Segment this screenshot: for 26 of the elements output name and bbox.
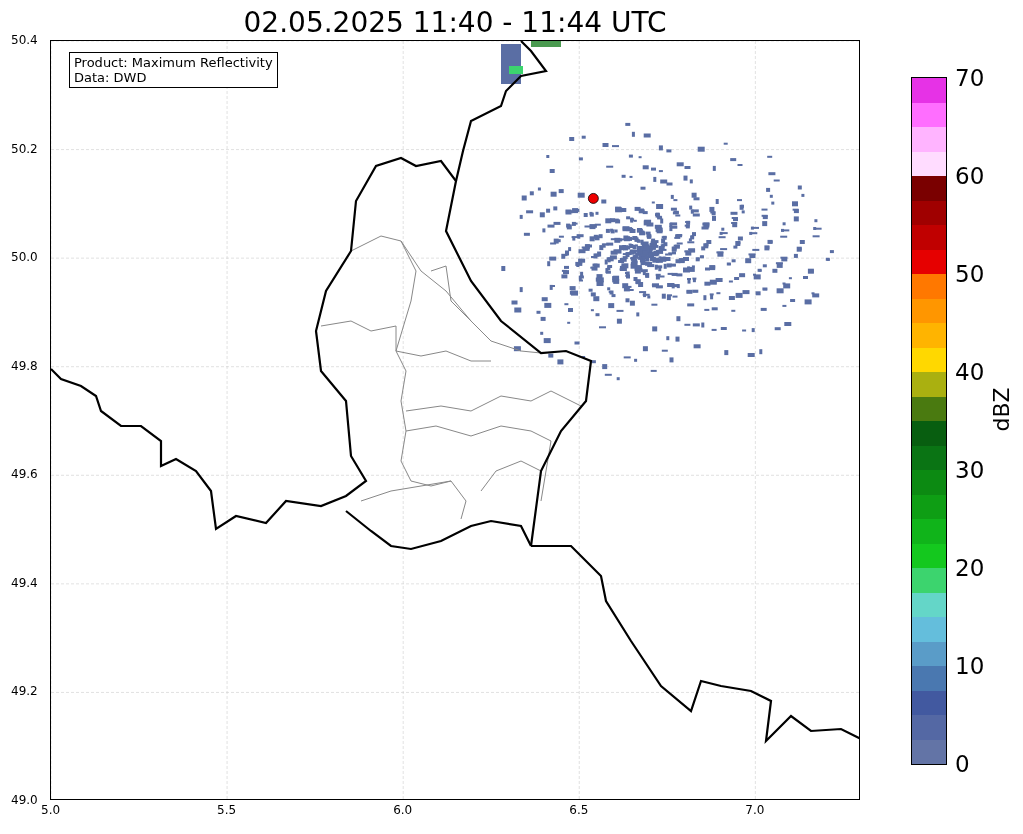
colorbar-tick-label: 10 xyxy=(955,653,985,679)
y-tick-label: 49.4 xyxy=(11,575,38,590)
colorbar-tick-label: 60 xyxy=(955,163,985,189)
y-tick-label: 49.8 xyxy=(11,358,38,373)
location-marker xyxy=(587,193,599,204)
colorbar-tick-label: 30 xyxy=(955,457,985,483)
colorbar-tick-label: 40 xyxy=(955,359,985,385)
y-tick-label: 49.0 xyxy=(11,793,38,807)
colorbar-tick-label: 70 xyxy=(955,65,985,91)
y-tick-label: 50.2 xyxy=(11,141,38,156)
colorbar-label: dBZ xyxy=(988,387,1014,432)
colorbar-tick-label: 50 xyxy=(955,261,985,287)
colorbar-tick-label: 0 xyxy=(955,751,970,777)
x-tick-label: 6.0 xyxy=(393,803,413,817)
x-tick-label: 7.0 xyxy=(745,803,765,817)
chart-title: 02.05.2025 11:40 - 11:44 UTC xyxy=(243,6,667,40)
x-tick-label: 5.0 xyxy=(41,803,61,817)
y-tick-label: 50.0 xyxy=(11,250,38,265)
x-tick-label: 6.5 xyxy=(569,803,589,817)
y-tick-label: 50.4 xyxy=(11,33,38,47)
y-tick-label: 49.2 xyxy=(11,684,38,699)
y-tick-label: 49.6 xyxy=(11,467,38,482)
colorbar-tick-label: 20 xyxy=(955,555,985,581)
info-text: Data: DWD xyxy=(74,70,148,85)
x-tick-label: 5.5 xyxy=(217,803,237,817)
info-text: Product: Maximum Reflectivity xyxy=(74,55,273,70)
